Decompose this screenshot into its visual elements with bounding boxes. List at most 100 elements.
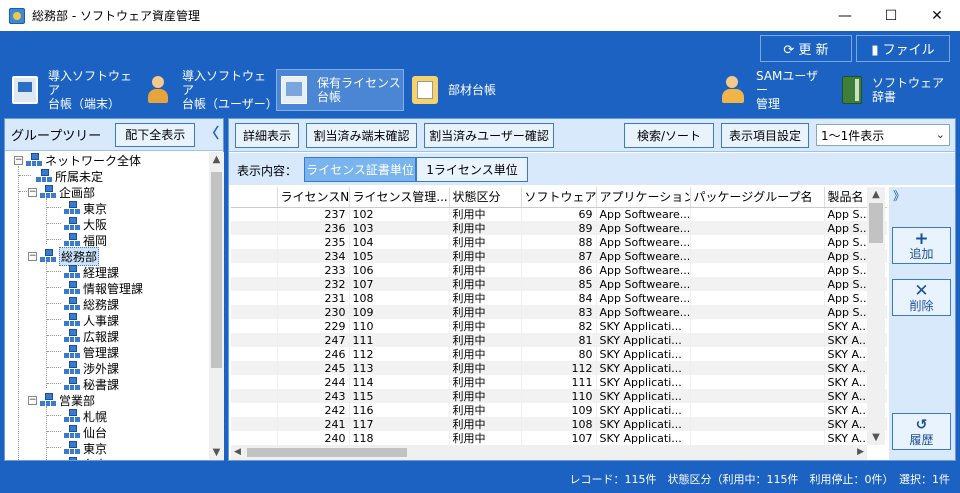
ribbon-installed-software-user[interactable]: 導入ソフトウェア 台帳（ユーザー） <box>146 69 278 111</box>
table-row[interactable]: 243 115 利用中 110 SKY Applicati... SKY A... <box>231 389 887 403</box>
group-tree[interactable]: − ネットワーク全体 所属未定 − 企画部 東京 大阪 福岡 − 総務部 経理課 情報… <box>5 152 209 460</box>
collapse-icon[interactable]: − <box>28 251 37 261</box>
table-row[interactable]: 233 106 利用中 86 App Softweare... App S... <box>231 263 887 277</box>
table-cell: 115 <box>349 389 450 403</box>
tree-node-selected[interactable]: − 総務部 <box>28 246 100 266</box>
collapse-icon[interactable]: − <box>14 155 23 165</box>
tree-scrollbar[interactable]: ▲ ▼ <box>209 152 224 460</box>
history-button[interactable]: ↺ 履歴 <box>892 413 951 450</box>
column-header[interactable] <box>231 187 278 208</box>
collapse-pane-icon[interactable]: 〈 <box>201 119 223 147</box>
table-row[interactable]: 237 102 利用中 69 App Softweare... App S... <box>231 207 887 221</box>
scroll-left-icon[interactable]: ◀ <box>234 447 241 457</box>
scroll-thumb[interactable] <box>869 203 883 243</box>
table-row[interactable]: 231 108 利用中 84 App Softweare... App S... <box>231 291 887 305</box>
maximize-button[interactable]: ☐ <box>868 0 914 31</box>
table-row[interactable]: 234 105 利用中 87 App Softweare... App S... <box>231 249 887 263</box>
minimize-button[interactable]: — <box>822 0 868 31</box>
table-row[interactable]: 232 107 利用中 85 App Softweare... App S... <box>231 277 887 291</box>
scroll-down-icon[interactable]: ▼ <box>867 432 885 443</box>
refresh-button[interactable]: ⟳ 更 新 <box>760 35 852 62</box>
scroll-thumb[interactable] <box>211 172 222 368</box>
expand-all-button[interactable]: 配下全表示 <box>115 122 196 147</box>
tree-node[interactable]: − 企画部 <box>28 184 95 200</box>
scroll-right-icon[interactable]: ▶ <box>857 447 864 457</box>
tree-node[interactable]: 大阪 <box>64 216 107 232</box>
collapse-icon[interactable]: − <box>28 187 37 197</box>
page-select[interactable]: 1〜1件表示 ⌄ <box>816 124 950 146</box>
table-row[interactable]: 236 103 利用中 89 App Softweare... App S... <box>231 221 887 235</box>
tree-node-label: 企画部 <box>59 185 96 200</box>
table-horizontal-scrollbar[interactable]: ◀ ▶ <box>231 445 867 460</box>
table-row[interactable]: 246 112 利用中 80 SKY Applicati... SKY A... <box>231 347 887 361</box>
table-row[interactable]: 240 118 利用中 107 SKY Applicati... SKY A... <box>231 431 887 445</box>
tree-node[interactable]: 情報管理課 <box>64 280 143 296</box>
assigned-terminal-button[interactable]: 割当済み端末確認 <box>306 123 417 148</box>
tree-node[interactable]: − ネットワーク全体 <box>14 152 141 168</box>
file-button[interactable]: ▮ ファイル <box>856 35 950 62</box>
tree-node[interactable]: 仙台 <box>64 424 107 440</box>
detail-button[interactable]: 詳細表示 <box>235 123 299 148</box>
page-select-value: 1〜1件表示 <box>821 128 885 143</box>
table-cell <box>690 375 825 389</box>
list-toolbar: 詳細表示 割当済み端末確認 割当済みユーザー確認 検索/ソート 表示項目設定 1… <box>229 119 955 152</box>
tree-node[interactable]: 経理課 <box>64 264 119 280</box>
table-row[interactable]: 241 117 利用中 108 SKY Applicati... SKY A... <box>231 417 887 431</box>
tree-node[interactable]: 札幌 <box>64 408 107 424</box>
column-header[interactable]: アプリケーション名 <box>596 187 691 208</box>
scroll-up-icon[interactable]: ▲ <box>867 189 885 200</box>
ribbon-installed-software-terminal[interactable]: 導入ソフトウェア 台帳（端末） <box>12 69 138 111</box>
tree-node[interactable]: 名古 <box>64 456 107 460</box>
expand-panel-icon[interactable]: 》 <box>893 187 905 204</box>
tree-node[interactable]: 総務課 <box>64 296 119 312</box>
table-row[interactable]: 247 111 利用中 81 SKY Applicati... SKY A... <box>231 333 887 347</box>
license-table: ライセンスNo. ライセンス管理... ▲ 状態区分 ソフトウェアNo. アプリ… <box>231 187 887 445</box>
column-header[interactable]: ライセンスNo. <box>277 187 350 208</box>
column-header[interactable]: パッケージグループ名 <box>690 187 825 208</box>
column-header[interactable]: 状態区分 <box>449 187 522 208</box>
tree-node[interactable]: 秘書課 <box>64 376 119 392</box>
tree-node[interactable]: 東京 <box>64 200 107 216</box>
scroll-up-icon[interactable]: ▲ <box>209 154 224 165</box>
scroll-down-icon[interactable]: ▼ <box>209 447 224 458</box>
tree-node[interactable]: 広報課 <box>64 328 119 344</box>
ribbon-sam-user[interactable]: SAMユーザー 管理 <box>720 69 830 111</box>
assigned-user-button[interactable]: 割当済みユーザー確認 <box>424 123 554 148</box>
add-button[interactable]: + 追加 <box>892 227 951 264</box>
ribbon-parts-ledger[interactable]: 部材台帳 <box>412 70 512 110</box>
column-header[interactable]: ソフトウェアNo. <box>521 187 597 208</box>
close-button[interactable]: ✕ <box>914 0 960 31</box>
ribbon-software-dictionary[interactable]: ソフトウェア 辞書 <box>842 70 952 110</box>
tree-node[interactable]: 渉外課 <box>64 360 119 376</box>
network-group-icon <box>40 393 56 407</box>
table-cell: 107 <box>521 431 597 445</box>
table-row[interactable]: 230 109 利用中 83 App Softweare... App S... <box>231 305 887 319</box>
table-vertical-scrollbar[interactable]: ▲ ▼ <box>867 187 885 445</box>
row-indicator <box>231 235 278 249</box>
table-row[interactable]: 244 114 利用中 111 SKY Applicati... SKY A... <box>231 375 887 389</box>
license-icon <box>281 76 307 104</box>
column-header[interactable]: ライセンス管理... ▲ <box>349 187 450 208</box>
display-settings-button[interactable]: 表示項目設定 <box>721 123 809 148</box>
ribbon-owned-license[interactable]: 保有ライセンス 台帳 <box>276 69 404 111</box>
table-row[interactable]: 229 110 利用中 82 SKY Applicati... SKY A... <box>231 319 887 333</box>
tree-node[interactable]: 所属未定 <box>36 168 103 184</box>
table-row[interactable]: 242 116 利用中 109 SKY Applicati... SKY A... <box>231 403 887 417</box>
tree-node[interactable]: 東京 <box>64 440 107 456</box>
tab-license-certificate[interactable]: ライセンス証書単位 <box>304 157 416 182</box>
table-cell: App Softweare... <box>596 291 691 305</box>
table-cell <box>690 221 825 235</box>
table-row[interactable]: 245 113 利用中 112 SKY Applicati... SKY A... <box>231 361 887 375</box>
network-group-icon <box>64 313 80 327</box>
tab-single-license[interactable]: 1ライセンス単位 <box>416 157 528 182</box>
tree-node[interactable]: 人事課 <box>64 312 119 328</box>
table-row[interactable]: 235 104 利用中 88 App Softweare... App S... <box>231 235 887 249</box>
scroll-thumb[interactable] <box>247 448 407 457</box>
tree-node[interactable]: 管理課 <box>64 344 119 360</box>
tree-node[interactable]: − 営業部 <box>28 392 95 408</box>
collapse-icon[interactable]: − <box>28 395 37 405</box>
delete-button[interactable]: ✕ 削除 <box>892 279 951 316</box>
search-sort-button[interactable]: 検索/ソート <box>624 123 714 148</box>
plus-icon: + <box>914 228 929 249</box>
row-indicator <box>231 389 278 403</box>
